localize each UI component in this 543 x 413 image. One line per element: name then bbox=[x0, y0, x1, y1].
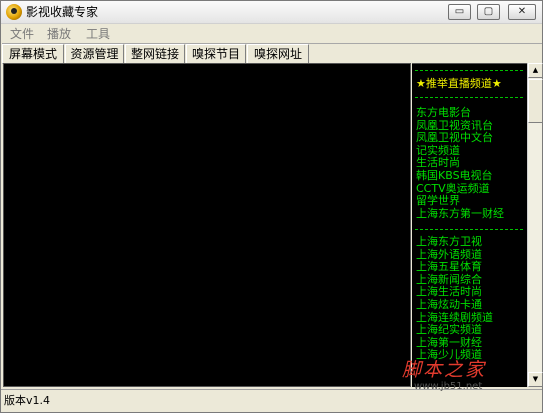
channel-separator bbox=[415, 97, 523, 98]
channel-item[interactable]: 凤凰卫视中文台 bbox=[416, 132, 504, 145]
version-label: 版本v1.4 bbox=[4, 394, 51, 407]
menu-play[interactable]: 播放 bbox=[47, 26, 71, 42]
watermark-url: www.jb51.net bbox=[414, 381, 483, 392]
scroll-up-icon[interactable]: ▲ bbox=[528, 63, 543, 78]
screen-mode-button[interactable]: 屏幕模式 bbox=[2, 44, 64, 64]
channel-group-shanghai: 上海东方卫视 上海外语频道 上海五星体育 上海新闻综合 上海生活时尚 上海炫动卡通 上海连续… bbox=[416, 235, 493, 362]
channel-item[interactable]: 上海东方卫视 bbox=[416, 235, 493, 249]
toolbar: 屏幕模式 资源管理 整网链接 嗅探节目 嗅探网址 bbox=[2, 43, 542, 64]
channel-item[interactable]: 留学世界 bbox=[416, 195, 504, 208]
title-bar[interactable]: 影视收藏专家 ▭ ▢ ✕ bbox=[1, 1, 542, 24]
minimize-button[interactable]: ▭ bbox=[448, 4, 471, 20]
channel-item[interactable]: 上海炫动卡通 bbox=[416, 298, 493, 312]
channel-item[interactable]: 东方电影台 bbox=[416, 106, 504, 120]
channel-separator bbox=[415, 70, 523, 71]
close-button[interactable]: ✕ bbox=[508, 4, 536, 20]
sniff-url-button[interactable]: 嗅探网址 bbox=[247, 44, 309, 64]
menu-file[interactable]: 文件 bbox=[10, 26, 34, 42]
channel-item[interactable]: 上海东方第一财经 bbox=[416, 207, 504, 221]
window-title: 影视收藏专家 bbox=[26, 5, 99, 19]
site-links-button[interactable]: 整网链接 bbox=[125, 44, 185, 64]
channel-item[interactable]: 上海五星体育 bbox=[416, 261, 493, 274]
app-icon bbox=[6, 4, 22, 20]
maximize-button[interactable]: ▢ bbox=[477, 4, 500, 20]
site-watermark: 脚本之家 www.jb51.net bbox=[394, 355, 542, 395]
sniff-programs-button[interactable]: 嗅探节目 bbox=[186, 44, 246, 64]
video-player[interactable] bbox=[3, 63, 411, 387]
channel-list-header: ★推举直播频道★ bbox=[416, 77, 502, 90]
resource-manager-button[interactable]: 资源管理 bbox=[65, 44, 124, 64]
channel-scrollbar[interactable]: ▲ ▼ bbox=[527, 63, 543, 387]
scroll-thumb[interactable] bbox=[528, 79, 543, 123]
menu-tools[interactable]: 工具 bbox=[86, 26, 110, 42]
channel-item[interactable]: 上海纪实频道 bbox=[416, 324, 493, 337]
channel-group-featured: 东方电影台 凤凰卫视资讯台 凤凰卫视中文台 记实频道 生活时尚 韩国KBS电视台 CCTV奥… bbox=[416, 106, 504, 221]
channel-item[interactable]: 韩国KBS电视台 bbox=[416, 169, 504, 183]
channel-separator bbox=[415, 229, 523, 230]
menu-bar: 文件 播放 工具 bbox=[1, 25, 542, 43]
watermark-logo-text: 脚本之家 bbox=[402, 359, 487, 381]
channel-list-panel: ★推举直播频道★ 东方电影台 凤凰卫视资讯台 凤凰卫视中文台 记实频道 生活时尚 韩国KB… bbox=[412, 63, 527, 387]
app-window: 影视收藏专家 ▭ ▢ ✕ 文件 播放 工具 屏幕模式 资源管理 整网链接 嗅探节… bbox=[0, 0, 543, 413]
